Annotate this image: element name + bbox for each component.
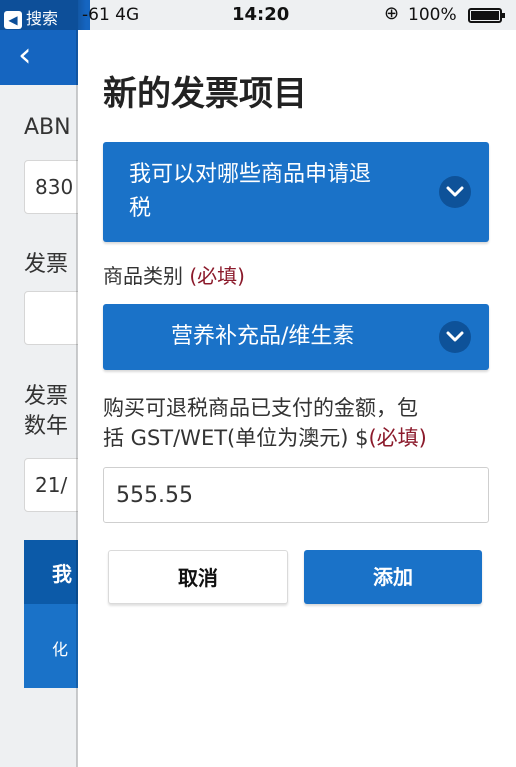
battery-icon bbox=[468, 8, 505, 23]
abn-label: ABN bbox=[24, 115, 71, 140]
back-chevron-icon[interactable]: ‹ bbox=[18, 38, 32, 72]
modal-title: 新的发票项目 bbox=[103, 74, 307, 114]
background-blue-row-label: 化 bbox=[52, 640, 69, 659]
amount-required-tag: (必填) bbox=[368, 426, 427, 450]
category-label: 商品类别 (必填) bbox=[103, 260, 245, 289]
eligible-goods-line1: 我可以对哪些商品申请退 bbox=[129, 162, 372, 187]
status-back-app[interactable]: ◀ 搜索 bbox=[4, 5, 58, 29]
status-bar: ◀ 搜索 -61 4G 14:20 ⊕ 100% bbox=[0, 0, 516, 30]
category-dropdown[interactable]: 营养补充品/维生素 bbox=[103, 304, 489, 370]
back-app-icon: ◀ bbox=[4, 10, 22, 29]
amount-input[interactable]: 555.55 bbox=[103, 467, 489, 523]
status-time: 14:20 bbox=[232, 4, 290, 25]
cancel-button[interactable]: 取消 bbox=[108, 550, 288, 604]
invoice-number-label: 发票 bbox=[24, 252, 69, 277]
invoice-date-label-2: 数年 bbox=[24, 414, 69, 439]
background-blue-button-label: 我 bbox=[52, 562, 72, 586]
category-label-text: 商品类别 bbox=[103, 264, 190, 288]
chevron-down-icon bbox=[439, 176, 471, 208]
rotation-lock-icon: ⊕ bbox=[384, 3, 400, 24]
status-back-app-label: 搜索 bbox=[26, 9, 59, 28]
amount-label-line1: 购买可退税商品已支付的金额，包 bbox=[103, 396, 418, 420]
amount-label-text: 括 GST/WET(单位为澳元) $ bbox=[103, 426, 369, 450]
add-button[interactable]: 添加 bbox=[304, 550, 482, 604]
eligible-goods-dropdown[interactable]: 我可以对哪些商品申请退 税 bbox=[103, 142, 489, 242]
new-invoice-item-modal: 新的发票项目 我可以对哪些商品申请退 税 商品类别 (必填) 营养补充品/维生素… bbox=[78, 30, 516, 767]
status-back-app-area[interactable]: ◀ 搜索 bbox=[0, 0, 78, 30]
status-signal: -61 4G bbox=[82, 5, 140, 25]
chevron-down-icon bbox=[439, 321, 471, 353]
battery-percent: 100% bbox=[408, 5, 457, 25]
invoice-date-label-1: 发票 bbox=[24, 384, 69, 409]
amount-label-line2: 括 GST/WET(单位为澳元) $(必填) bbox=[103, 422, 427, 452]
eligible-goods-line2: 税 bbox=[129, 196, 152, 221]
category-value: 营养补充品/维生素 bbox=[171, 324, 355, 349]
category-required-tag: (必填) bbox=[189, 264, 245, 288]
